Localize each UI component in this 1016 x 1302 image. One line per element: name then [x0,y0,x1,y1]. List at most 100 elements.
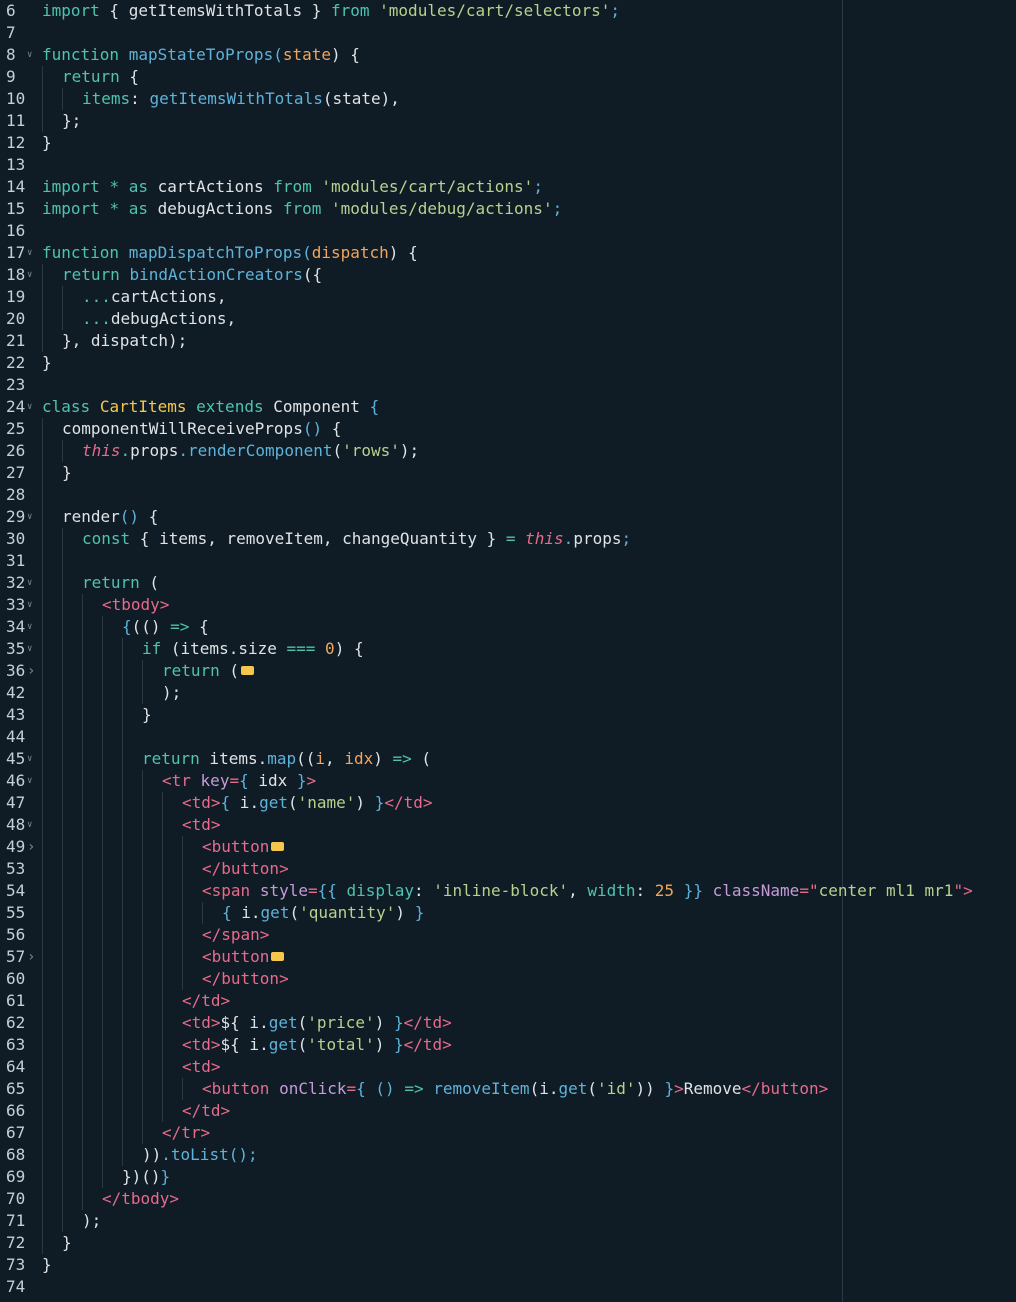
code-line[interactable]: 34 ∨{(() => { [0,616,1016,638]
folded-ellipsis-icon[interactable] [271,842,285,851]
fold-expanded-icon[interactable]: ∨ [27,638,37,660]
fold-expanded-icon[interactable]: ∨ [27,814,37,836]
fold-expanded-icon[interactable]: ∨ [27,44,37,66]
fold-expanded-icon[interactable]: ∨ [27,506,37,528]
fold-collapsed-icon[interactable]: › [27,660,37,682]
code-token: get [268,1013,298,1032]
code-line[interactable]: 67 </tr> [0,1122,1016,1144]
code-token: 'total' [307,1035,375,1054]
code-line[interactable]: 73} [0,1254,1016,1276]
code-line[interactable]: 14 import * as cartActions from 'modules/… [0,176,1016,198]
code-line[interactable]: 65 <button onClick={ () => removeItem(i.g… [0,1078,1016,1100]
code-line[interactable]: 45 ∨ return items.map((i, idx) => ( [0,748,1016,770]
indent-guide [42,506,43,528]
code-line[interactable]: 46 ∨ <tr key={ idx }> [0,770,1016,792]
code-line[interactable]: 55 { i.get('quantity') } [0,902,1016,924]
code-line[interactable]: 23 [0,374,1016,396]
code-line[interactable]: 30 const { items, removeItem, changeQuant… [0,528,1016,550]
code-line[interactable]: 28 [0,484,1016,506]
code-line[interactable]: 68)).toList(); [0,1144,1016,1166]
code-token: } [414,903,425,922]
code-line[interactable]: 15 import * as debugActions from 'modules… [0,198,1016,220]
code-line[interactable]: 24 ∨ class CartItems extends Component { [0,396,1016,418]
code-line[interactable]: 17 ∨ function mapDispatchToProps(dispatch)… [0,242,1016,264]
code-line[interactable]: 66 </td> [0,1100,1016,1122]
code-token: )) [635,1079,665,1098]
folded-ellipsis-icon[interactable] [241,666,255,675]
code-token: . [563,529,574,548]
code-line[interactable]: 53 </button> [0,858,1016,880]
code-line[interactable]: 26 this.props.renderComponent('rows'); [0,440,1016,462]
fold-expanded-icon[interactable]: ∨ [27,572,37,594]
code-line[interactable]: 16 [0,220,1016,242]
indent-guide [102,748,103,770]
indent-guide [102,836,103,858]
code-line[interactable]: 29 ∨ render() { [0,506,1016,528]
indent-guide [82,858,83,880]
folded-ellipsis-icon[interactable] [271,952,285,961]
code-line[interactable]: 35 ∨ if (items.size === 0) { [0,638,1016,660]
code-line[interactable]: 9 return { [0,66,1016,88]
code-line[interactable]: 57 › <button [0,946,1016,968]
code-token: debugActions, [110,309,237,328]
code-token: {{ [317,881,337,900]
code-token: } [393,1035,404,1054]
fold-expanded-icon[interactable]: ∨ [27,770,37,792]
code-line[interactable]: 71); [0,1210,1016,1232]
code-line[interactable]: 20 ...debugActions, [0,308,1016,330]
code-line[interactable]: 64 <td> [0,1056,1016,1078]
code-line[interactable]: 72} [0,1232,1016,1254]
code-line[interactable]: 60 </button> [0,968,1016,990]
code-line[interactable]: 48 ∨ <td> [0,814,1016,836]
code-line[interactable]: 62 <td>${ i.get('price') }</td> [0,1012,1016,1034]
code-line[interactable]: 49 › <button [0,836,1016,858]
code-line[interactable]: 69})()} [0,1166,1016,1188]
code-line[interactable]: 47 <td>{ i.get('name') }</td> [0,792,1016,814]
code-line[interactable]: 19 ...cartActions, [0,286,1016,308]
code-line[interactable]: 31 [0,550,1016,572]
code-line[interactable]: 43} [0,704,1016,726]
code-line[interactable]: 56 </span> [0,924,1016,946]
code-line[interactable]: 21}, dispatch); [0,330,1016,352]
fold-expanded-icon[interactable]: ∨ [27,396,37,418]
line-number: 19 [6,287,26,306]
code-line[interactable]: 33 ∨ <tbody> [0,594,1016,616]
code-line[interactable]: 44 [0,726,1016,748]
code-line[interactable]: 61 </td> [0,990,1016,1012]
code-token: CartItems [99,397,187,416]
code-line[interactable]: 63 <td>${ i.get('total') }</td> [0,1034,1016,1056]
code-line[interactable]: 10 items: getItemsWithTotals(state), [0,88,1016,110]
fold-expanded-icon[interactable]: ∨ [27,594,37,616]
code-line[interactable]: 70 </tbody> [0,1188,1016,1210]
code-line[interactable]: 25 componentWillReceiveProps() { [0,418,1016,440]
code-line[interactable]: 32 ∨ return ( [0,572,1016,594]
code-line[interactable]: 7 [0,22,1016,44]
code-line[interactable]: 27} [0,462,1016,484]
line-number: 20 [6,309,26,328]
code-line[interactable]: 42); [0,682,1016,704]
code-line[interactable]: 54 <span style={{ display: 'inline-block'… [0,880,1016,902]
code-token: } [42,133,52,152]
code-line[interactable]: 8 ∨ function mapStateToProps(state) { [0,44,1016,66]
code-token: ( [289,903,300,922]
code-editor[interactable]: 6 import { getItemsWithTotals } from 'mod… [0,0,1016,1302]
code-line[interactable]: 13 [0,154,1016,176]
indent-guide [162,1012,163,1034]
code-token: props [573,529,622,548]
code-token: ( [411,749,432,768]
fold-collapsed-icon[interactable]: › [27,946,37,968]
code-line[interactable]: 12} [0,132,1016,154]
fold-expanded-icon[interactable]: ∨ [27,748,37,770]
fold-expanded-icon[interactable]: ∨ [27,264,37,286]
fold-expanded-icon[interactable]: ∨ [27,616,37,638]
code-line[interactable]: 11}; [0,110,1016,132]
code-line[interactable]: 18 ∨ return bindActionCreators({ [0,264,1016,286]
code-line[interactable]: 22} [0,352,1016,374]
fold-collapsed-icon[interactable]: › [27,836,37,858]
fold-expanded-icon[interactable]: ∨ [27,242,37,264]
indent-guide [62,440,63,462]
code-line[interactable]: 74 [0,1276,1016,1298]
code-line[interactable]: 6 import { getItemsWithTotals } from 'mod… [0,0,1016,22]
code-line[interactable]: 36 › return ( [0,660,1016,682]
indent-guide [62,1166,63,1188]
